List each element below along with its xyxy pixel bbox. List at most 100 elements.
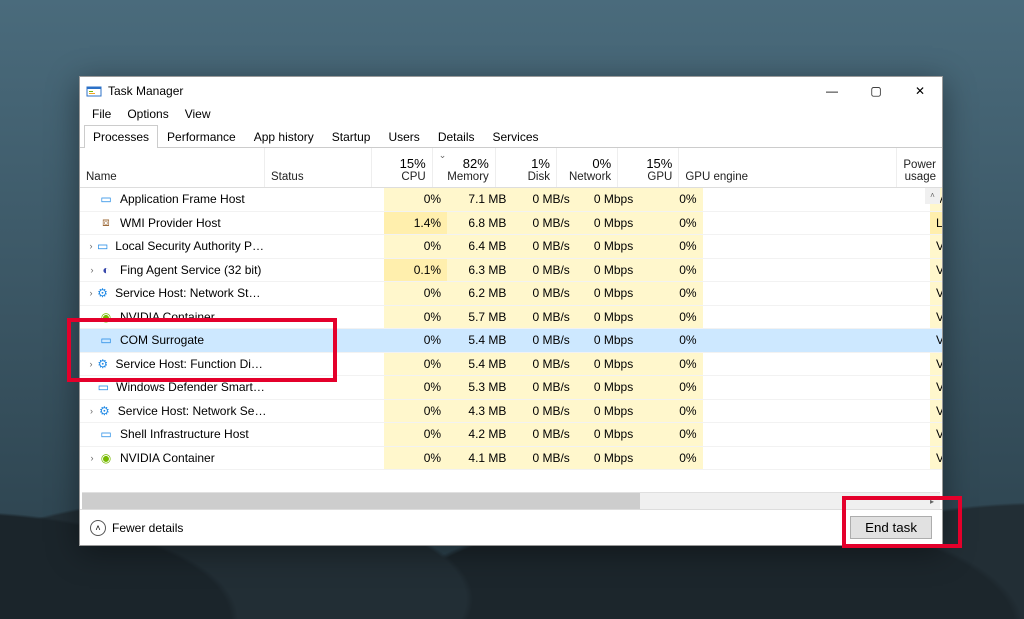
memory-cell: 4.3 MB bbox=[447, 400, 512, 423]
maximize-button[interactable]: ▢ bbox=[854, 77, 898, 105]
process-name-cell: ›▭Local Security Authority Process... bbox=[80, 235, 273, 258]
process-name-cell: ▭Application Frame Host bbox=[80, 188, 273, 211]
footer: ˄ Fewer details End task bbox=[80, 509, 942, 545]
tab-details[interactable]: Details bbox=[429, 125, 484, 148]
status-cell bbox=[273, 212, 384, 235]
header-gpu[interactable]: 15%GPU bbox=[618, 148, 679, 187]
cpu-cell: 0% bbox=[384, 282, 447, 305]
wmi-icon: ⧈ bbox=[98, 215, 114, 231]
nvidia-icon: ◉ bbox=[98, 309, 114, 325]
tab-app-history[interactable]: App history bbox=[245, 125, 323, 148]
gpu-engine-cell bbox=[703, 447, 930, 470]
horizontal-scrollbar[interactable]: ▸ bbox=[82, 492, 940, 509]
process-name-label: Service Host: Network Service bbox=[118, 404, 267, 418]
network-cell: 0 Mbps bbox=[576, 259, 639, 282]
scrollbar-thumb[interactable] bbox=[82, 493, 640, 509]
memory-cell: 5.7 MB bbox=[447, 306, 512, 329]
header-name[interactable]: Name bbox=[80, 148, 265, 187]
header-power[interactable]: Power usage bbox=[897, 148, 942, 187]
process-row[interactable]: ▭Shell Infrastructure Host0%4.2 MB0 MB/s… bbox=[80, 423, 942, 447]
status-cell bbox=[273, 447, 384, 470]
process-name-label: NVIDIA Container bbox=[120, 451, 215, 465]
network-cell: 0 Mbps bbox=[576, 212, 639, 235]
close-button[interactable]: ✕ bbox=[898, 77, 942, 105]
fewer-details-label: Fewer details bbox=[112, 521, 183, 535]
expand-chevron-icon[interactable]: › bbox=[86, 265, 98, 275]
tab-performance[interactable]: Performance bbox=[158, 125, 245, 148]
menu-file[interactable]: File bbox=[84, 105, 119, 125]
process-row[interactable]: ›⚙Service Host: Network Store Inte...0%6… bbox=[80, 282, 942, 306]
disk-cell: 0 MB/s bbox=[512, 282, 575, 305]
scroll-right-button[interactable]: ▸ bbox=[924, 493, 940, 509]
expand-chevron-icon[interactable]: › bbox=[86, 241, 96, 251]
process-name-cell: ›⚙Service Host: Function Discover... bbox=[80, 353, 273, 376]
header-gpu-engine[interactable]: GPU engine bbox=[679, 148, 897, 187]
status-cell bbox=[273, 400, 384, 423]
process-row[interactable]: ▭COM Surrogate0%5.4 MB0 MB/s0 Mbps0%Very… bbox=[80, 329, 942, 353]
tab-users[interactable]: Users bbox=[379, 125, 428, 148]
header-cpu[interactable]: 15%CPU bbox=[372, 148, 433, 187]
header-disk[interactable]: 1%Disk bbox=[496, 148, 557, 187]
com-surrogate-icon: ▭ bbox=[98, 332, 114, 348]
expand-chevron-icon[interactable]: › bbox=[86, 288, 96, 298]
gpu-cell: 0% bbox=[639, 235, 702, 258]
process-row[interactable]: ›▭Local Security Authority Process...0%6… bbox=[80, 235, 942, 259]
header-status[interactable]: Status bbox=[265, 148, 372, 187]
process-row[interactable]: ⧈WMI Provider Host1.4%6.8 MB0 MB/s0 Mbps… bbox=[80, 212, 942, 236]
power-usage-cell: Very low bbox=[930, 400, 942, 423]
titlebar[interactable]: Task Manager — ▢ ✕ bbox=[80, 77, 942, 105]
scroll-up-button[interactable]: ˄ bbox=[925, 188, 940, 204]
header-memory[interactable]: ⌄82%Memory bbox=[433, 148, 496, 187]
gpu-engine-cell bbox=[703, 400, 930, 423]
tab-services[interactable]: Services bbox=[484, 125, 548, 148]
process-name-cell: ⧈ WMI Provider Host bbox=[80, 212, 273, 235]
process-row[interactable]: ›⚙Service Host: Network Service0%4.3 MB0… bbox=[80, 400, 942, 424]
gpu-cell: 0% bbox=[639, 282, 702, 305]
process-row[interactable]: ›⚙Service Host: Function Discover...0%5.… bbox=[80, 353, 942, 377]
disk-cell: 0 MB/s bbox=[512, 259, 575, 282]
minimize-button[interactable]: — bbox=[810, 77, 854, 105]
process-row[interactable]: ›◉NVIDIA Container0%4.1 MB0 MB/s0 Mbps0%… bbox=[80, 447, 942, 471]
fewer-details-button[interactable]: ˄ Fewer details bbox=[90, 520, 183, 536]
power-usage-cell: Very low bbox=[930, 423, 942, 446]
expand-chevron-icon[interactable]: › bbox=[86, 453, 98, 463]
cpu-cell: 0% bbox=[384, 376, 447, 399]
menu-options[interactable]: Options bbox=[119, 105, 176, 125]
cpu-cell: 0.1% bbox=[384, 259, 447, 282]
nvidia-icon: ◉ bbox=[98, 450, 114, 466]
end-task-button[interactable]: End task bbox=[850, 516, 932, 539]
process-row[interactable]: ◉NVIDIA Container0%5.7 MB0 MB/s0 Mbps0%V… bbox=[80, 306, 942, 330]
process-row[interactable]: ›◐Fing Agent Service (32 bit)0.1%6.3 MB0… bbox=[80, 259, 942, 283]
network-cell: 0 Mbps bbox=[576, 423, 639, 446]
disk-cell: 0 MB/s bbox=[512, 188, 575, 211]
header-network[interactable]: 0%Network bbox=[557, 148, 618, 187]
network-cell: 0 Mbps bbox=[576, 235, 639, 258]
fing-icon: ◐ bbox=[98, 262, 114, 278]
status-cell bbox=[273, 235, 384, 258]
memory-cell: 5.4 MB bbox=[447, 329, 512, 352]
gpu-engine-cell bbox=[703, 188, 930, 211]
memory-cell: 5.3 MB bbox=[447, 376, 512, 399]
tab-startup[interactable]: Startup bbox=[323, 125, 380, 148]
cpu-cell: 0% bbox=[384, 306, 447, 329]
process-name-label: Service Host: Network Store Inte... bbox=[115, 286, 267, 300]
tab-processes[interactable]: Processes bbox=[84, 125, 158, 148]
process-row[interactable]: ▭Application Frame Host0%7.1 MB0 MB/s0 M… bbox=[80, 188, 942, 212]
gpu-engine-cell bbox=[703, 235, 930, 258]
process-row[interactable]: ▭Windows Defender SmartScreen0%5.3 MB0 M… bbox=[80, 376, 942, 400]
expand-chevron-icon[interactable]: › bbox=[86, 406, 97, 416]
expand-chevron-icon[interactable]: › bbox=[86, 359, 96, 369]
cpu-cell: 0% bbox=[384, 400, 447, 423]
process-name-label: Fing Agent Service (32 bit) bbox=[120, 263, 261, 277]
menu-view[interactable]: View bbox=[177, 105, 219, 125]
process-name-cell: ›◐ Fing Agent Service (32 bit) bbox=[80, 259, 273, 282]
gpu-engine-cell bbox=[703, 282, 930, 305]
memory-cell: 7.1 MB bbox=[447, 188, 512, 211]
disk-cell: 0 MB/s bbox=[512, 400, 575, 423]
gpu-cell: 0% bbox=[639, 353, 702, 376]
process-name-label: WMI Provider Host bbox=[120, 216, 221, 230]
status-cell bbox=[273, 259, 384, 282]
chevron-up-icon: ˄ bbox=[90, 520, 106, 536]
column-headers: Name Status 15%CPU ⌄82%Memory 1%Disk 0%N… bbox=[80, 148, 942, 188]
process-name-cell: ▭Windows Defender SmartScreen bbox=[80, 376, 273, 399]
